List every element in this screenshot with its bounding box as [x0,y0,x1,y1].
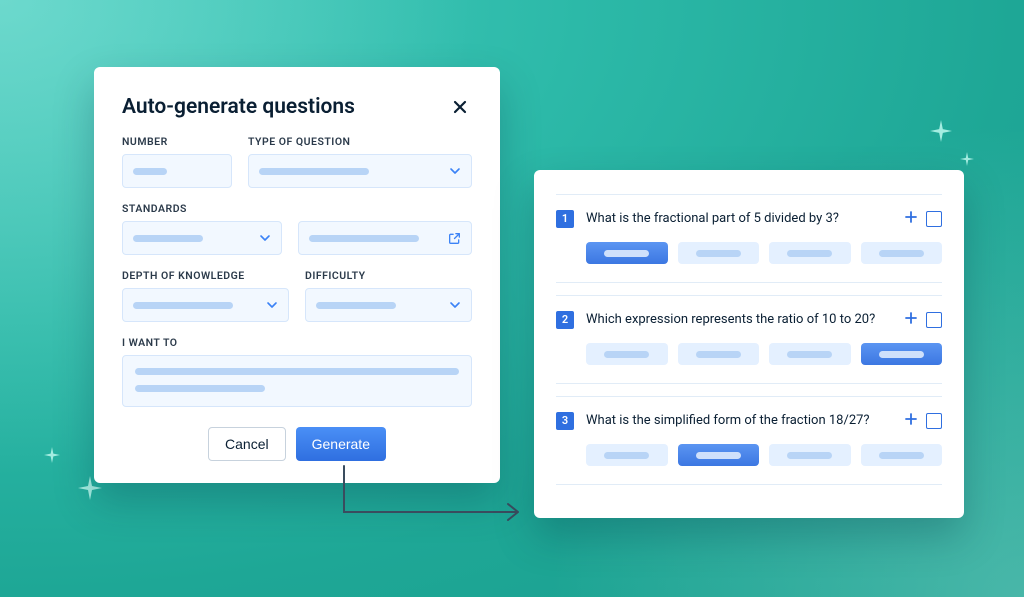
question-item: 2 Which expression represents the ratio o… [556,295,942,384]
chevron-down-icon [266,299,278,311]
number-input[interactable] [122,154,232,188]
question-number-badge: 3 [556,412,574,430]
question-number-badge: 2 [556,311,574,329]
number-label: NUMBER [122,135,232,148]
standards-select[interactable] [122,221,282,255]
question-item: 1 What is the fractional part of 5 divide… [556,194,942,283]
auto-generate-modal: Auto-generate questions NUMBER TYPE OF Q… [94,67,500,483]
i-want-to-textarea[interactable] [122,355,472,407]
answer-option[interactable] [586,242,668,264]
answer-option[interactable] [861,444,943,466]
depth-of-knowledge-select[interactable] [122,288,289,322]
answer-option[interactable] [769,343,851,365]
cancel-button[interactable]: Cancel [208,427,286,461]
answer-option[interactable] [769,444,851,466]
i-want-to-label: I WANT TO [122,336,472,349]
external-link-icon [448,232,461,245]
sparkle-decoration [960,152,974,166]
answer-option[interactable] [861,343,943,365]
question-item: 3 What is the simplified form of the frac… [556,396,942,485]
question-number-badge: 1 [556,210,574,228]
type-of-question-select[interactable] [248,154,472,188]
question-checkbox[interactable] [926,413,942,429]
modal-title: Auto-generate questions [122,95,355,119]
add-question-button[interactable] [904,411,918,430]
chevron-down-icon [259,232,271,244]
answer-option[interactable] [861,242,943,264]
add-question-button[interactable] [904,209,918,228]
chevron-down-icon [449,165,461,177]
close-button[interactable] [448,95,472,119]
difficulty-label: DIFFICULTY [305,269,472,282]
question-text: What is the simplified form of the fract… [586,413,892,428]
answer-option[interactable] [678,242,760,264]
type-label: TYPE OF QUESTION [248,135,472,148]
sparkle-decoration [44,447,60,463]
answer-option[interactable] [678,343,760,365]
answer-option[interactable] [586,343,668,365]
answer-option[interactable] [586,444,668,466]
standards-link-input[interactable] [298,221,472,255]
answer-option[interactable] [769,242,851,264]
add-question-button[interactable] [904,310,918,329]
question-text: Which expression represents the ratio of… [586,312,892,327]
difficulty-select[interactable] [305,288,472,322]
answer-option[interactable] [678,444,760,466]
generate-button[interactable]: Generate [296,427,386,461]
standards-label: STANDARDS [122,202,472,215]
generated-questions-panel: 1 What is the fractional part of 5 divide… [534,170,964,518]
question-checkbox[interactable] [926,211,942,227]
depth-label: DEPTH OF KNOWLEDGE [122,269,289,282]
question-text: What is the fractional part of 5 divided… [586,211,892,226]
question-checkbox[interactable] [926,312,942,328]
sparkle-decoration [930,120,952,142]
chevron-down-icon [449,299,461,311]
